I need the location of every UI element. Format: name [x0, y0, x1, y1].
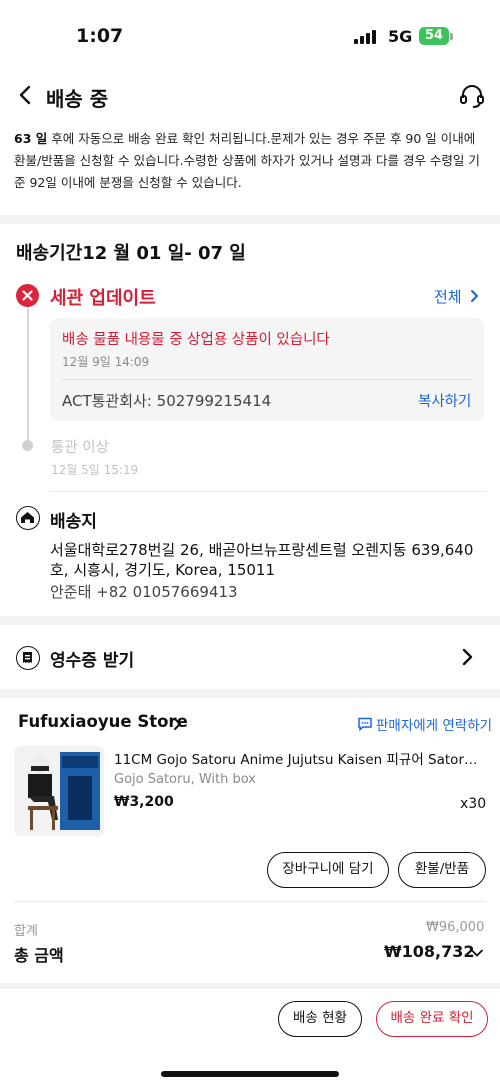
event-message: 배송 물품 내용물 중 상업용 상품이 있습니다: [62, 332, 330, 348]
receipt-button[interactable]: 영수증 받기: [50, 646, 134, 671]
chevron-right-icon[interactable]: [460, 646, 476, 668]
notice-text: 후에 자동으로 배송 완료 확인 처리됩니다.문제가 있는 경우 주문 후 90…: [14, 131, 480, 190]
total-label: 총 금액: [14, 946, 64, 965]
battery-cap: [450, 33, 453, 40]
status-bar-time: 1:07: [76, 25, 124, 47]
notice-days: 63 일: [14, 131, 48, 146]
cellular-signal-icon: [354, 30, 378, 44]
section-divider: [0, 616, 500, 625]
product-price: ₩3,200: [114, 794, 174, 810]
divider: [50, 491, 486, 492]
timeline-line: [27, 305, 29, 445]
store-name[interactable]: Fufuxiaoyue Store: [18, 712, 188, 731]
chat-icon[interactable]: [357, 716, 373, 732]
confirm-delivery-button[interactable]: 배송 완료 확인: [376, 1001, 488, 1037]
section-divider: [0, 983, 500, 989]
add-to-cart-button[interactable]: 장바구니에 담기: [267, 852, 389, 888]
product-title[interactable]: 11CM Gojo Satoru Anime Jujutsu Kaisen 피규…: [114, 748, 480, 768]
product-variant: Gojo Satoru, With box: [114, 772, 256, 787]
home-indicator[interactable]: [161, 1071, 339, 1077]
auto-confirm-notice: 63 일 후에 자동으로 배송 완료 확인 처리됩니다.문제가 있는 경우 주문…: [14, 128, 488, 194]
event-time: 12월 9일 14:09: [62, 355, 150, 369]
battery-icon: 54: [419, 27, 449, 45]
previous-status-time: 12월 5일 15:19: [51, 463, 139, 477]
total-value[interactable]: ₩108,732: [384, 942, 475, 961]
home-icon: [16, 506, 40, 530]
delivery-period: 배송기간12 월 01 일- 07 일: [16, 243, 246, 264]
view-all-link[interactable]: 전체: [434, 286, 462, 307]
timeline-dot: [22, 440, 33, 451]
subtotal-value: ₩96,000: [426, 920, 485, 935]
previous-status: 통관 이상: [51, 440, 109, 456]
address-line: 서울대학로278번길 26, 배곧아브뉴프랑센트럴 오렌지동 639,640호,…: [50, 541, 474, 579]
address-title: 배송지: [50, 512, 97, 532]
customs-tracking-number: ACT통관회사: 502799215414: [62, 392, 272, 410]
refund-return-button[interactable]: 환불/반품: [398, 852, 486, 888]
chevron-down-icon[interactable]: [470, 945, 484, 959]
network-type: 5G: [388, 27, 413, 46]
contact-seller-link[interactable]: 판매자에게 연락하기: [376, 714, 492, 734]
recipient-contact: 안준태 +82 01057669413: [50, 583, 238, 601]
card-divider: [62, 379, 472, 380]
current-status: 세관 업데이트: [50, 288, 156, 309]
copy-button[interactable]: 복사하기: [418, 390, 471, 411]
headset-support-icon[interactable]: [458, 82, 486, 110]
error-x-icon: [16, 284, 39, 307]
section-divider: [0, 215, 500, 224]
section-divider: [0, 689, 500, 698]
track-delivery-button[interactable]: 배송 현황: [278, 1001, 362, 1037]
chevron-right-icon[interactable]: [172, 716, 182, 730]
chevron-right-icon[interactable]: [467, 288, 481, 304]
product-quantity: x30: [460, 796, 487, 812]
product-image[interactable]: [14, 746, 104, 836]
divider: [14, 901, 486, 902]
page-title: 배송 중: [46, 87, 109, 111]
subtotal-label: 합계: [14, 924, 38, 939]
back-arrow-icon[interactable]: [14, 83, 38, 107]
receipt-icon[interactable]: [16, 646, 40, 670]
